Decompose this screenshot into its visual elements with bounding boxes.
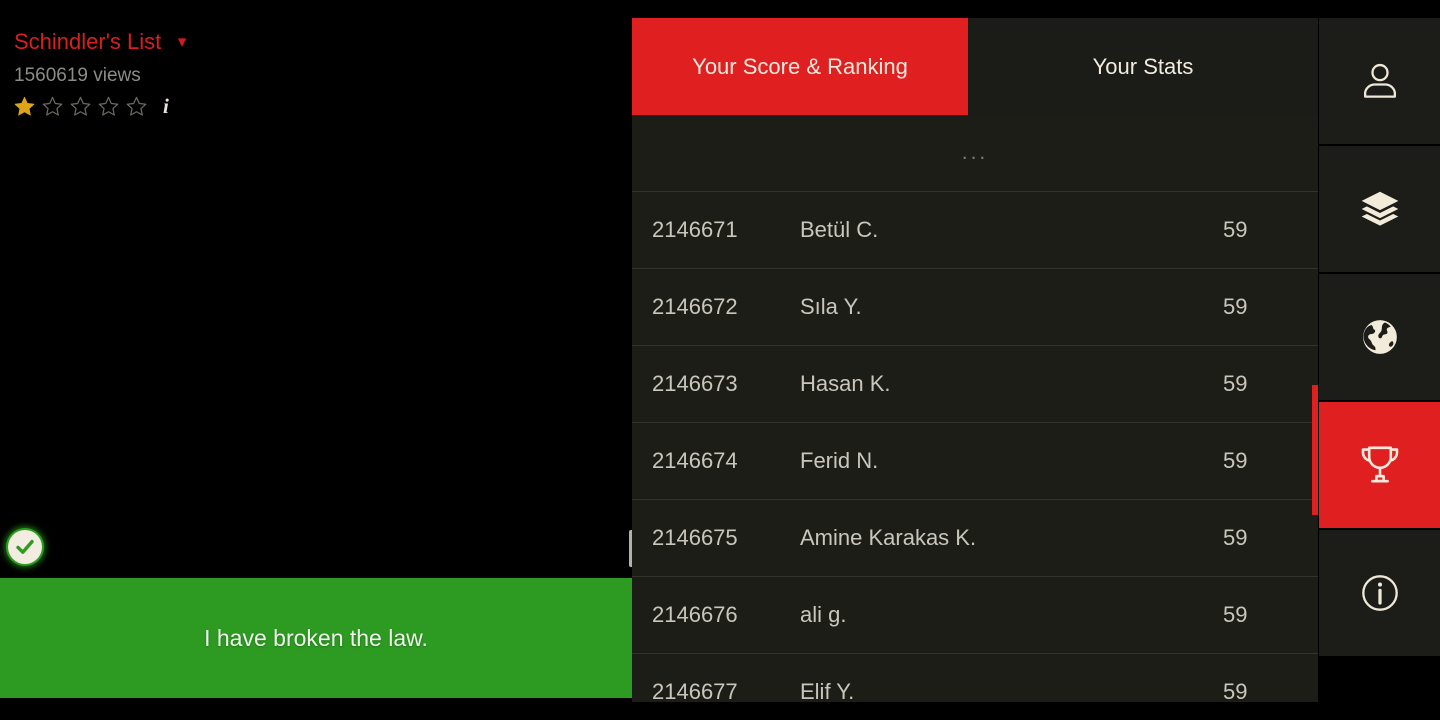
player-name: Hasan K.: [800, 371, 891, 396]
panel-scrollbar-thumb[interactable]: [1312, 385, 1318, 515]
table-row[interactable]: 2146676 ali g. 59: [632, 577, 1318, 654]
score-value: 59: [1223, 448, 1248, 473]
score-value: 59: [1223, 371, 1248, 396]
table-row[interactable]: 2146674 Ferid N. 59: [632, 423, 1318, 500]
rank-value: 2146676: [652, 602, 738, 627]
sidebar-item-leaderboard[interactable]: [1319, 402, 1440, 528]
list-item-ellipsis: ...: [632, 115, 1318, 192]
video-area: Schindler's List ▾ 1560619 views i I hav…: [0, 0, 634, 720]
answer-option-label: I have broken the law.: [204, 625, 428, 651]
player-name: ali g.: [800, 602, 847, 627]
check-circle-icon: [8, 530, 42, 564]
info-circle-icon: [1361, 575, 1398, 611]
info-icon[interactable]: i: [163, 96, 169, 117]
globe-icon: [1362, 320, 1397, 354]
app-root: Schindler's List ▾ 1560619 views i I hav…: [0, 0, 1440, 720]
star-icon-empty[interactable]: [126, 96, 147, 117]
panel-tabs: Your Score & Ranking Your Stats: [632, 18, 1318, 115]
rank-value: 2146675: [652, 525, 738, 550]
trophy-icon: [1361, 446, 1398, 483]
chevron-down-icon[interactable]: ▾: [178, 28, 187, 56]
right-sidebar: [1319, 18, 1440, 702]
rating-stars[interactable]: i: [14, 96, 186, 117]
check-icon: [16, 539, 34, 554]
table-row[interactable]: 2146677 Elif Y. 59: [632, 654, 1318, 702]
player-name: Elif Y.: [800, 679, 855, 702]
person-icon: [1363, 63, 1396, 98]
table-row[interactable]: 2146675 Amine Karakas K. 59: [632, 500, 1318, 577]
sidebar-item-profile[interactable]: [1319, 18, 1440, 144]
rank-value: 2146673: [652, 371, 738, 396]
tab-label: Your Score & Ranking: [692, 53, 908, 79]
table-row[interactable]: 2146673 Hasan K. 59: [632, 346, 1318, 423]
star-icon-empty[interactable]: [42, 96, 63, 117]
rank-value: 2146672: [652, 294, 738, 319]
answer-option-button[interactable]: I have broken the law.: [0, 578, 632, 698]
player-name: Sıla Y.: [800, 294, 862, 319]
tab-your-score-ranking[interactable]: Your Score & Ranking: [632, 18, 968, 115]
player-name: Ferid N.: [800, 448, 879, 473]
video-title-row[interactable]: Schindler's List ▾: [14, 28, 186, 56]
tab-label: Your Stats: [1092, 53, 1194, 79]
table-row[interactable]: 2146671 Betül C. 59: [632, 192, 1318, 269]
player-name: Amine Karakas K.: [800, 525, 977, 550]
layers-icon: [1361, 191, 1398, 226]
score-value: 59: [1223, 217, 1248, 242]
page-title: Schindler's List: [14, 29, 162, 54]
view-count: 1560619 views: [14, 65, 141, 86]
tab-your-stats[interactable]: Your Stats: [968, 18, 1318, 115]
rank-value: 2146674: [652, 448, 738, 473]
rank-value: 2146677: [652, 679, 738, 702]
ranking-list[interactable]: ... 2146671 Betül C. 59 2146672 Sıla Y. …: [632, 115, 1318, 702]
score-value: 59: [1223, 602, 1248, 627]
score-value: 59: [1223, 525, 1248, 550]
star-icon-empty[interactable]: [70, 96, 91, 117]
sidebar-item-world[interactable]: [1319, 274, 1440, 400]
score-ranking-panel: Your Score & Ranking Your Stats ... 2146…: [632, 18, 1318, 702]
panel-scrollbar-track[interactable]: [1312, 18, 1318, 702]
table-row[interactable]: 2146672 Sıla Y. 59: [632, 269, 1318, 346]
ellipsis-label: ...: [961, 141, 989, 164]
score-value: 59: [1223, 294, 1248, 319]
rank-value: 2146671: [652, 217, 738, 242]
player-name: Betül C.: [800, 217, 879, 242]
sidebar-item-info[interactable]: [1319, 530, 1440, 656]
score-value: 59: [1223, 679, 1248, 702]
sidebar-item-categories[interactable]: [1319, 146, 1440, 272]
video-meta: Schindler's List ▾ 1560619 views i: [14, 28, 186, 117]
star-icon-filled[interactable]: [14, 96, 35, 117]
star-icon-empty[interactable]: [98, 96, 119, 117]
